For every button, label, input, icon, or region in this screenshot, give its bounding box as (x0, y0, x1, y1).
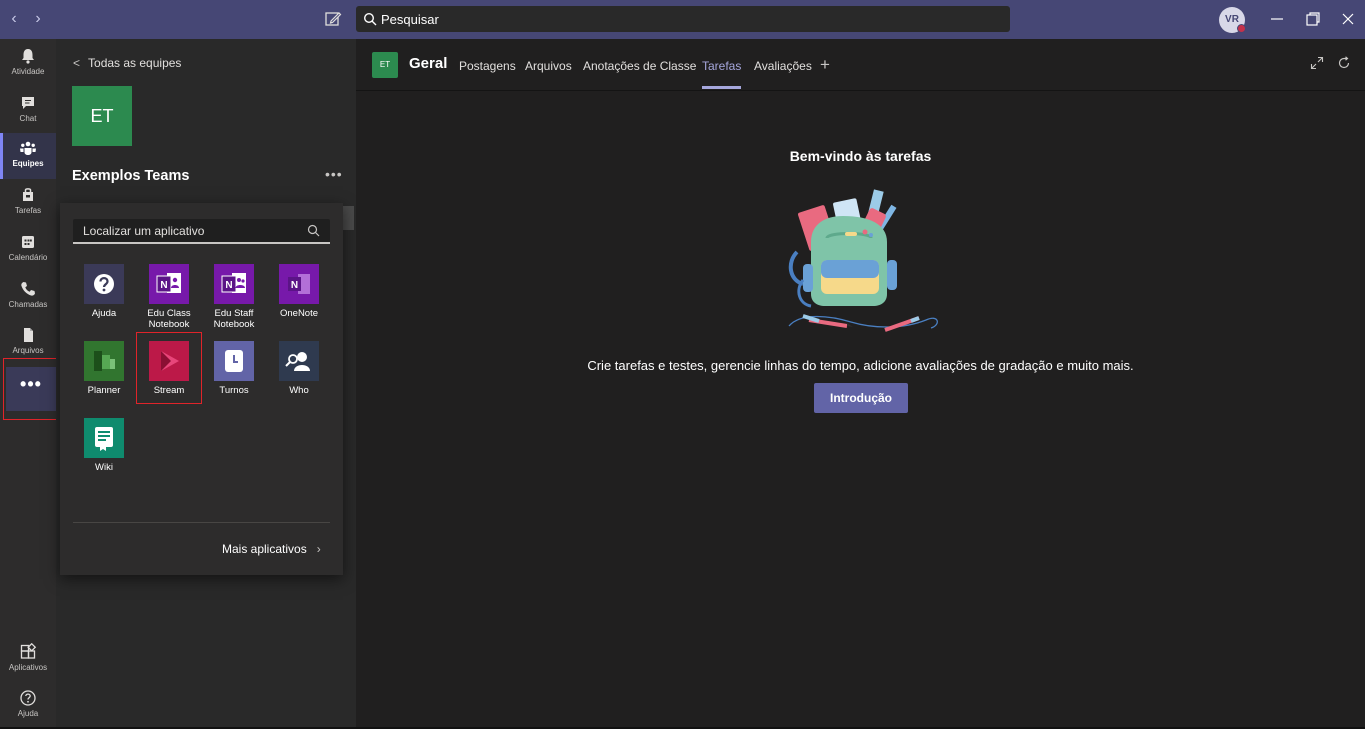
rail-label: Arquivos (12, 346, 44, 355)
global-search[interactable] (356, 6, 1010, 32)
restore-icon[interactable] (1304, 10, 1322, 28)
rail-label: Atividade (11, 67, 45, 76)
svg-text:N: N (160, 280, 167, 291)
rail-item-teams[interactable]: Equipes (0, 133, 56, 179)
chat-icon (22, 97, 34, 109)
tab-avaliacoes[interactable]: Avaliações (754, 59, 812, 73)
chevron-right-icon: › (316, 542, 321, 556)
app-label: Turnos (219, 385, 249, 396)
onenote-class-icon: N (149, 264, 189, 304)
compose-icon[interactable] (324, 10, 342, 28)
more-apps-link[interactable]: Mais aplicativos › (222, 542, 321, 556)
channel-name: Geral (409, 55, 448, 72)
app-ajuda[interactable]: Ajuda (73, 264, 135, 319)
rail-item-chat[interactable]: Chat (0, 88, 56, 134)
add-tab-button[interactable]: + (820, 55, 830, 75)
app-label: Who (289, 385, 309, 396)
team-name: Exemplos Teams (72, 168, 190, 184)
app-edu-staff-notebook[interactable]: N Edu Staff Notebook (203, 264, 265, 330)
flyout-divider (73, 522, 330, 523)
app-turnos[interactable]: Turnos (203, 341, 265, 396)
chevron-left-icon: < (73, 56, 81, 70)
search-input[interactable] (381, 6, 981, 32)
rail-label: Calendário (8, 253, 48, 262)
onenote-icon: N (279, 264, 319, 304)
minimize-icon[interactable] (1268, 10, 1286, 28)
rail-item-apps[interactable]: Aplicativos (0, 637, 56, 683)
channel-avatar: ET (372, 52, 398, 78)
find-app-input[interactable] (83, 219, 303, 242)
file-icon (24, 328, 33, 342)
help-icon (84, 264, 124, 304)
search-icon (307, 224, 320, 237)
app-label: Planner (87, 385, 121, 396)
app-label: Ajuda (91, 308, 117, 319)
all-teams-link[interactable]: < Todas as equipes (73, 56, 181, 70)
app-planner[interactable]: Planner (73, 341, 135, 396)
highlight-box (136, 332, 202, 404)
tab-postagens[interactable]: Postagens (459, 59, 516, 73)
svg-text:N: N (225, 280, 232, 291)
team-more-options-button[interactable]: ••• (325, 166, 343, 182)
search-icon (363, 12, 377, 26)
rail-label: Chat (19, 114, 37, 123)
shifts-icon (214, 341, 254, 381)
phone-icon (21, 282, 35, 296)
team-avatar: ET (72, 86, 132, 146)
app-onenote[interactable]: N OneNote (268, 264, 330, 319)
app-label: Wiki (95, 462, 113, 473)
all-teams-label: Todas as equipes (88, 56, 182, 70)
active-tab-indicator (702, 86, 741, 89)
apps-icon (20, 643, 37, 659)
svg-text:N: N (291, 280, 298, 291)
expand-icon[interactable] (1310, 56, 1324, 70)
rail-label: Chamadas (8, 300, 48, 309)
find-app-search[interactable] (73, 219, 330, 244)
planner-icon (84, 341, 124, 381)
rail-item-assignments[interactable]: Tarefas (0, 180, 56, 226)
wiki-icon (84, 418, 124, 458)
rail-label: Equipes (12, 159, 44, 168)
calendar-icon (22, 236, 34, 248)
app-label: Edu Staff Notebook (213, 308, 255, 330)
app-edu-class-notebook[interactable]: N Edu Class Notebook (138, 264, 200, 330)
forward-arrow-icon[interactable]: › (30, 10, 46, 28)
app-who[interactable]: Who (268, 341, 330, 396)
app-label: Edu Class Notebook (147, 308, 191, 330)
app-wiki[interactable]: Wiki (73, 418, 135, 473)
who-icon (279, 341, 319, 381)
rail-item-calendar[interactable]: Calendário (0, 227, 56, 273)
rail-label: Ajuda (17, 709, 39, 718)
rail-item-activity[interactable]: Atividade (0, 41, 56, 87)
rail-label: Aplicativos (8, 663, 48, 672)
app-label: OneNote (279, 308, 319, 319)
help-circle-icon (20, 690, 36, 706)
back-arrow-icon[interactable]: ‹ (6, 10, 22, 28)
assignments-icon (23, 188, 33, 201)
rail-label: Tarefas (14, 206, 42, 215)
get-started-button[interactable]: Introdução (814, 383, 908, 413)
welcome-description: Crie tarefas e testes, gerencie linhas d… (587, 358, 1134, 373)
rail-item-help[interactable]: Ajuda (0, 683, 56, 729)
onenote-staff-icon: N (214, 264, 254, 304)
backpack-illustration (788, 189, 938, 332)
tab-anotacoes-de-classe[interactable]: Anotações de Classe (583, 59, 696, 73)
bell-icon (22, 49, 34, 64)
refresh-icon[interactable] (1337, 56, 1351, 70)
welcome-title: Bem-vindo às tarefas (789, 148, 932, 164)
more-apps-label: Mais aplicativos (222, 542, 307, 556)
close-icon[interactable] (1339, 10, 1357, 28)
teams-icon (20, 141, 36, 155)
scrollbar[interactable] (343, 206, 354, 230)
rail-item-calls[interactable]: Chamadas (0, 274, 56, 320)
tab-arquivos[interactable]: Arquivos (525, 59, 572, 73)
presence-status-icon (1237, 24, 1246, 33)
tab-tarefas[interactable]: Tarefas (702, 59, 741, 73)
